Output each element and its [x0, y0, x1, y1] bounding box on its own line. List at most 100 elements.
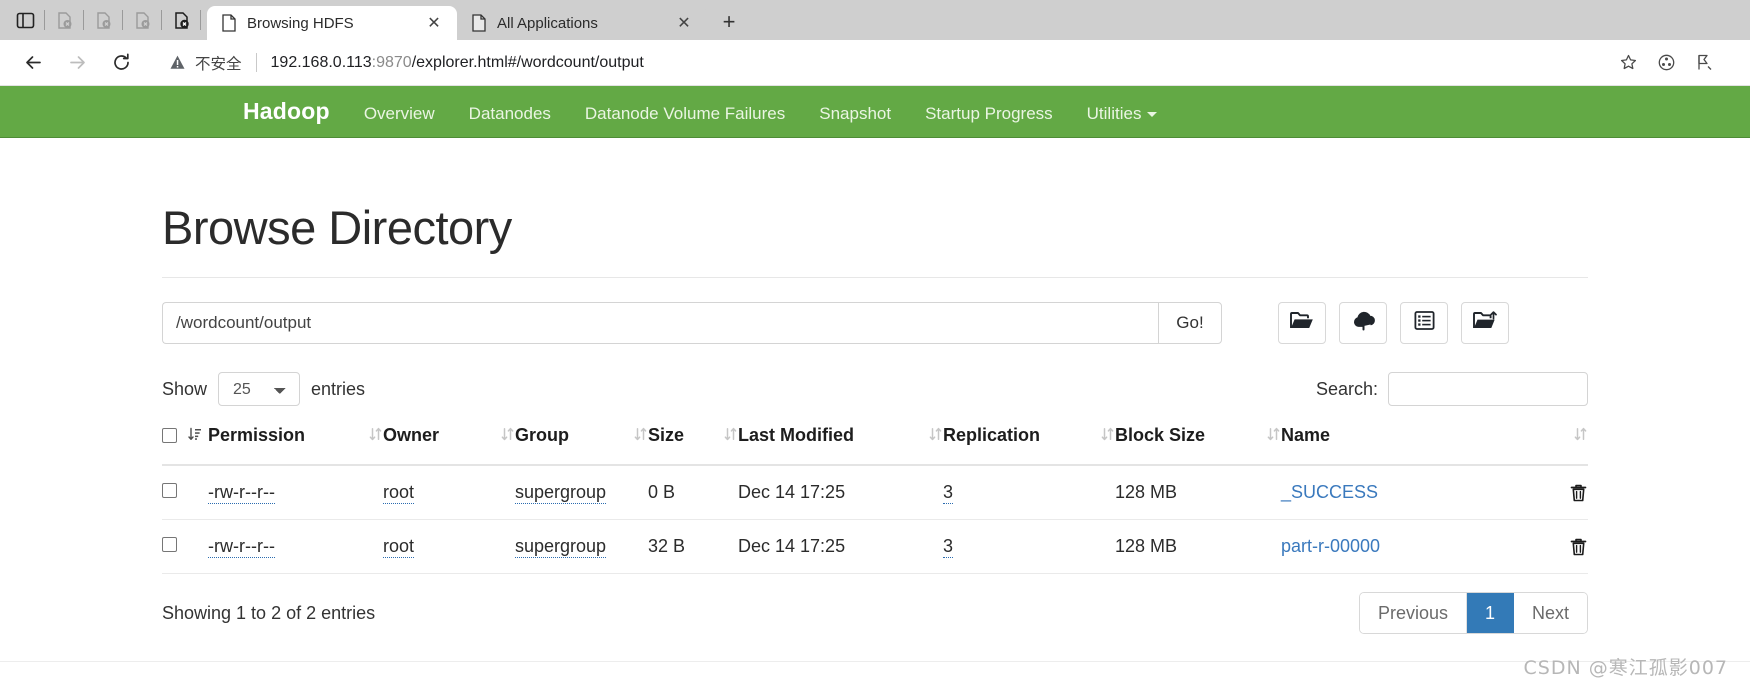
permission-value[interactable]: -rw-r--r-- — [208, 536, 275, 558]
sort-icon[interactable] — [1101, 425, 1115, 446]
select-all-checkbox[interactable] — [162, 428, 177, 443]
favorite-star-icon[interactable] — [1611, 46, 1645, 80]
close-icon[interactable]: ✕ — [671, 10, 697, 36]
cell-owner[interactable]: root — [383, 520, 515, 574]
th-replication-label: Replication — [943, 425, 1040, 446]
th-last-modified[interactable]: Last Modified — [738, 416, 943, 465]
group-value[interactable]: supergroup — [515, 536, 606, 558]
hadoop-brand[interactable]: Hadoop — [243, 98, 330, 125]
show-label: Show — [162, 379, 207, 400]
closed-tab-3-icon[interactable] — [125, 3, 159, 37]
cell-owner[interactable]: root — [383, 465, 515, 520]
table-row[interactable]: -rw-r--r-- root supergroup 0 B Dec 14 17… — [162, 465, 1588, 520]
replication-value[interactable]: 3 — [943, 482, 953, 504]
cell-replication[interactable]: 3 — [943, 520, 1115, 574]
file-name-link[interactable]: part-r-00000 — [1281, 536, 1380, 557]
sort-icon[interactable] — [1267, 425, 1281, 446]
nav-link-utilities[interactable]: Utilities — [1087, 104, 1158, 124]
path-toolbar-row: Go! — [162, 302, 1588, 344]
th-group[interactable]: Group — [515, 416, 648, 465]
closed-tab-1-icon[interactable] — [47, 3, 81, 37]
sort-amount-down-icon[interactable] — [188, 425, 202, 446]
replication-value[interactable]: 3 — [943, 536, 953, 558]
delete-file-icon[interactable] — [1569, 537, 1588, 557]
row-select-cell[interactable] — [162, 465, 208, 520]
cell-replication[interactable]: 3 — [943, 465, 1115, 520]
cell-group[interactable]: supergroup — [515, 465, 648, 520]
th-name[interactable]: Name — [1281, 416, 1588, 465]
pagination-page-1[interactable]: 1 — [1467, 593, 1514, 633]
upload-files-button[interactable] — [1339, 302, 1387, 344]
forward-icon[interactable] — [58, 44, 96, 82]
nav-link-overview[interactable]: Overview — [364, 104, 435, 124]
url-text: 192.168.0.113:9870/explorer.html#/wordco… — [271, 54, 644, 72]
nav-link-datanode-volume-failures[interactable]: Datanode Volume Failures — [585, 104, 785, 124]
page-length-select[interactable]: 25 50 100 — [218, 372, 300, 406]
nav-link-startup-progress[interactable]: Startup Progress — [925, 104, 1053, 124]
owner-value[interactable]: root — [383, 536, 414, 558]
browser-tab-all-applications[interactable]: All Applications ✕ — [457, 6, 707, 40]
sort-icon[interactable] — [1574, 425, 1588, 446]
table-row[interactable]: -rw-r--r-- root supergroup 32 B Dec 14 1… — [162, 520, 1588, 574]
row-checkbox[interactable] — [162, 483, 177, 498]
search-control: Search: — [1316, 372, 1588, 406]
cell-block-size: 128 MB — [1115, 520, 1281, 574]
not-secure-warning-icon — [169, 54, 186, 71]
cell-name[interactable]: part-r-00000 — [1281, 520, 1588, 574]
owner-value[interactable]: root — [383, 482, 414, 504]
cut-paste-button[interactable] — [1461, 302, 1509, 344]
favorites-bar-icon[interactable] — [1687, 46, 1721, 80]
entries-label: entries — [311, 379, 365, 400]
cell-name[interactable]: _SUCCESS — [1281, 465, 1588, 520]
table-body: -rw-r--r-- root supergroup 0 B Dec 14 17… — [162, 465, 1588, 574]
sort-icon[interactable] — [929, 425, 943, 446]
close-icon[interactable]: ✕ — [421, 10, 447, 36]
directory-tool-buttons — [1278, 302, 1509, 344]
th-owner[interactable]: Owner — [383, 416, 515, 465]
th-permission-label: Permission — [208, 425, 305, 446]
nav-link-datanodes[interactable]: Datanodes — [469, 104, 551, 124]
url-port: :9870 — [372, 54, 412, 71]
path-input[interactable] — [162, 302, 1158, 344]
closed-tab-4-icon[interactable] — [164, 3, 198, 37]
sort-icon[interactable] — [369, 425, 383, 446]
browser-tab-browsing-hdfs[interactable]: Browsing HDFS ✕ — [207, 6, 457, 40]
cell-group[interactable]: supergroup — [515, 520, 648, 574]
th-permission[interactable]: Permission — [208, 416, 383, 465]
cell-permission[interactable]: -rw-r--r-- — [208, 520, 383, 574]
cell-permission[interactable]: -rw-r--r-- — [208, 465, 383, 520]
table-head: Permission Owner — [162, 416, 1588, 465]
snapshot-button[interactable] — [1400, 302, 1448, 344]
nav-link-snapshot[interactable]: Snapshot — [819, 104, 891, 124]
group-value[interactable]: supergroup — [515, 482, 606, 504]
search-input[interactable] — [1388, 372, 1588, 406]
th-name-label: Name — [1281, 425, 1330, 446]
go-button[interactable]: Go! — [1158, 302, 1222, 344]
address-bar[interactable]: 不安全 192.168.0.113:9870/explorer.html#/wo… — [154, 46, 1736, 80]
tab-title: All Applications — [497, 15, 661, 32]
th-replication[interactable]: Replication — [943, 416, 1115, 465]
row-select-cell[interactable] — [162, 520, 208, 574]
row-checkbox[interactable] — [162, 537, 177, 552]
th-size[interactable]: Size — [648, 416, 738, 465]
th-block-size[interactable]: Block Size — [1115, 416, 1281, 465]
th-select-all[interactable] — [162, 416, 208, 465]
th-group-label: Group — [515, 425, 569, 446]
permission-value[interactable]: -rw-r--r-- — [208, 482, 275, 504]
pagination-next[interactable]: Next — [1514, 593, 1587, 633]
sort-icon[interactable] — [501, 425, 515, 446]
collections-icon[interactable] — [1649, 46, 1683, 80]
reload-icon[interactable] — [102, 44, 140, 82]
new-tab-button[interactable]: + — [713, 6, 745, 38]
cell-last-modified: Dec 14 17:25 — [738, 465, 943, 520]
closed-tab-2-icon[interactable] — [86, 3, 120, 37]
sort-icon[interactable] — [724, 425, 738, 446]
sort-icon[interactable] — [634, 425, 648, 446]
tab-actions-icon[interactable] — [8, 3, 42, 37]
delete-file-icon[interactable] — [1569, 483, 1588, 503]
tab-strip: Browsing HDFS ✕ All Applications ✕ + — [0, 0, 1750, 40]
file-name-link[interactable]: _SUCCESS — [1281, 482, 1378, 503]
back-icon[interactable] — [14, 44, 52, 82]
pagination-previous[interactable]: Previous — [1360, 593, 1467, 633]
create-directory-button[interactable] — [1278, 302, 1326, 344]
